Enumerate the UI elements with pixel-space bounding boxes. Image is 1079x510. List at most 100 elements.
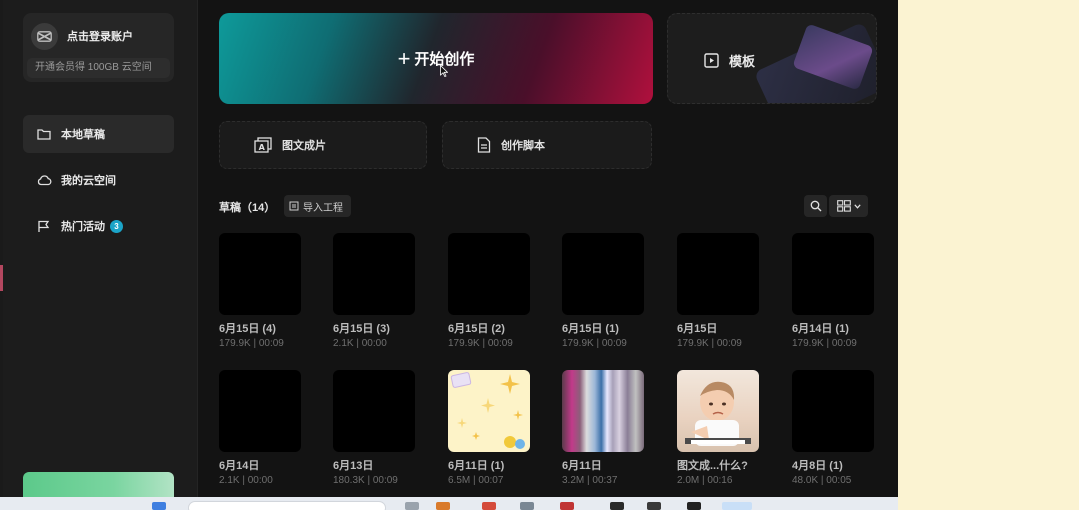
draft-name: 6月15日 <box>677 323 718 335</box>
taskbar-app-icon[interactable] <box>610 502 624 510</box>
draft-thumbnail[interactable] <box>792 233 874 315</box>
vip-promo[interactable]: 开通会员得 100GB 云空间 <box>27 58 170 78</box>
sparkle-thumbnail-art <box>450 372 525 449</box>
sidebar: 点击登录账户 开通会员得 100GB 云空间 本地草稿 我的云空间 热门活动 3 <box>3 0 198 497</box>
draft-name: 6月15日 (2) <box>448 323 505 335</box>
draft-meta: 2.1K | 00:00 <box>333 338 387 349</box>
sidebar-item-local-drafts[interactable]: 本地草稿 <box>23 115 174 153</box>
sidebar-item-cloud[interactable]: 我的云空间 <box>23 161 174 199</box>
draft-meta: 2.1K | 00:00 <box>219 475 273 486</box>
sidebar-item-label: 本地草稿 <box>61 129 105 141</box>
import-project-button[interactable]: 导入工程 <box>284 195 351 217</box>
draft-name: 6月13日 <box>333 460 374 472</box>
cloud-icon <box>37 172 53 188</box>
grid-view-icon <box>836 200 851 212</box>
template-label-group: 模板 <box>704 51 755 70</box>
draft-meta: 179.9K | 00:09 <box>677 338 742 349</box>
notification-badge: 3 <box>110 219 123 233</box>
chevron-down-icon <box>853 203 861 209</box>
draft-name: 6月15日 (4) <box>219 323 276 335</box>
taskbar-search[interactable] <box>188 501 386 510</box>
draft-thumbnail[interactable] <box>677 370 759 452</box>
draft-meta: 179.9K | 00:09 <box>562 338 627 349</box>
template-button[interactable]: 模板 <box>667 13 877 104</box>
draft-thumbnail[interactable] <box>792 370 874 452</box>
draft-thumbnail[interactable] <box>448 370 530 452</box>
document-icon <box>477 137 491 153</box>
draft-name: 6月15日 (3) <box>333 323 390 335</box>
svg-text:A: A <box>259 143 266 152</box>
draft-meta: 179.9K | 00:09 <box>219 338 284 349</box>
draft-meta: 3.2M | 00:37 <box>562 475 618 486</box>
draft-name: 图文成...什么? <box>677 460 748 472</box>
child-photo-thumbnail-art <box>685 381 751 446</box>
draft-meta: 2.0M | 00:16 <box>677 475 733 486</box>
template-icon <box>704 53 719 68</box>
draft-thumbnail[interactable] <box>562 233 644 315</box>
draft-meta: 179.9K | 00:09 <box>448 338 513 349</box>
draft-card[interactable]: 6月14日 2.1K | 00:00 <box>219 370 303 486</box>
create-script-button[interactable]: 创作脚本 <box>442 121 652 169</box>
draft-meta: 48.0K | 00:05 <box>792 475 852 486</box>
sidebar-item-label: 我的云空间 <box>61 175 116 187</box>
draft-name: 4月8日 (1) <box>792 460 843 472</box>
draft-thumbnail[interactable] <box>677 233 759 315</box>
draft-name: 6月14日 <box>219 460 260 472</box>
action-label: 创作脚本 <box>501 140 545 152</box>
draft-card[interactable]: 6月15日 (4) 179.9K | 00:09 <box>219 233 303 349</box>
draft-card[interactable]: 6月13日 180.3K | 00:09 <box>333 370 417 486</box>
import-icon <box>289 201 299 211</box>
search-icon <box>810 200 822 212</box>
draft-name: 6月11日 <box>562 460 602 472</box>
search-button[interactable] <box>804 195 827 217</box>
drafts-title: 草稿（14） <box>219 202 276 214</box>
folder-icon <box>37 126 53 142</box>
plus-icon: + <box>397 45 411 71</box>
draft-thumbnail[interactable] <box>333 233 415 315</box>
login-text[interactable]: 点击登录账户 <box>67 28 133 44</box>
draft-meta: 179.9K | 00:09 <box>792 338 857 349</box>
taskbar-app-icon[interactable] <box>560 502 574 510</box>
mouse-cursor-icon <box>440 64 449 82</box>
taskbar-app-icon[interactable] <box>687 502 701 510</box>
draft-name: 6月15日 (1) <box>562 323 619 335</box>
draft-meta: 6.5M | 00:07 <box>448 475 504 486</box>
app-window: 点击登录账户 开通会员得 100GB 云空间 本地草稿 我的云空间 热门活动 3… <box>0 0 898 497</box>
capcut-logo-icon <box>31 23 58 50</box>
flag-icon <box>37 218 53 234</box>
draft-card[interactable]: 6月11日 (1) 6.5M | 00:07 <box>448 370 532 486</box>
taskbar-app-icon[interactable] <box>436 502 450 510</box>
taskbar-app-icon[interactable] <box>520 502 534 510</box>
import-label: 导入工程 <box>303 202 343 214</box>
login-card[interactable]: 点击登录账户 开通会员得 100GB 云空间 <box>23 13 174 82</box>
template-label: 模板 <box>729 54 756 69</box>
draft-thumbnail[interactable] <box>219 370 301 452</box>
draft-name: 6月14日 (1) <box>792 323 849 335</box>
draft-card[interactable]: 4月8日 (1) 48.0K | 00:05 <box>792 370 876 486</box>
start-create-button[interactable]: + 开始创作 <box>219 13 653 104</box>
draft-card[interactable]: 6月15日 (3) 2.1K | 00:00 <box>333 233 417 349</box>
taskbar-app-icon[interactable] <box>482 502 496 510</box>
sidebar-item-events[interactable]: 热门活动 3 <box>23 207 174 245</box>
draft-card[interactable]: 6月15日 (2) 179.9K | 00:09 <box>448 233 532 349</box>
image-text-video-button[interactable]: A 图文成片 <box>219 121 427 169</box>
action-label: 图文成片 <box>282 140 326 152</box>
draft-card[interactable]: 6月14日 (1) 179.9K | 00:09 <box>792 233 876 349</box>
draft-card[interactable]: 6月15日 (1) 179.9K | 00:09 <box>562 233 646 349</box>
image-text-icon: A <box>254 137 272 153</box>
draft-name: 6月11日 (1) <box>448 460 505 472</box>
view-mode-button[interactable] <box>829 195 868 217</box>
draft-thumbnail[interactable] <box>333 370 415 452</box>
taskbar-app-icon[interactable] <box>647 502 661 510</box>
draft-thumbnail[interactable] <box>562 370 644 452</box>
draft-thumbnail[interactable] <box>448 233 530 315</box>
start-icon[interactable] <box>152 502 166 510</box>
sidebar-item-label: 热门活动 <box>61 221 105 233</box>
taskbar-active-app-icon[interactable] <box>722 502 752 510</box>
taskbar-app-icon[interactable] <box>405 502 419 510</box>
draft-card[interactable]: 图文成...什么? 2.0M | 00:16 <box>677 370 761 486</box>
draft-card[interactable]: 6月11日 3.2M | 00:37 <box>562 370 646 486</box>
draft-thumbnail[interactable] <box>219 233 301 315</box>
promo-banner[interactable] <box>23 472 174 497</box>
draft-card[interactable]: 6月15日 179.9K | 00:09 <box>677 233 761 349</box>
